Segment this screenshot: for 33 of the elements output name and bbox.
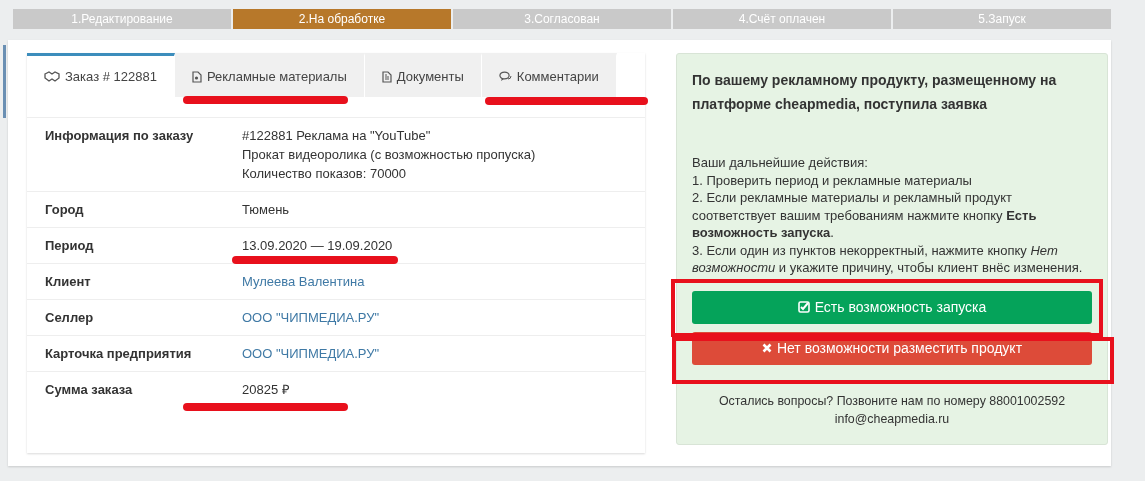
field-link[interactable]: ООО "ЧИПМЕДИА.РУ"	[242, 308, 380, 327]
contact-text: info@cheapmedia.ru	[833, 410, 951, 428]
field-value: Тюмень	[242, 201, 290, 219]
field-value: 13.09.2020 — 19.09.2020	[242, 237, 393, 255]
field-label: Город	[44, 201, 85, 219]
accept-button[interactable]: Есть возможность запуска	[692, 290, 1092, 324]
tab[interactable]: Рекламные материалы	[174, 53, 365, 97]
tab[interactable]: Документы	[364, 53, 482, 97]
close-icon	[761, 343, 772, 353]
field-value: #122881 Реклама на "YouTube"	[242, 127, 432, 145]
field-label: Селлер	[44, 309, 95, 327]
field-link[interactable]: Мулеева Валентина	[242, 272, 365, 291]
notice-title: По вашему рекламному продукту, размещенному на платформе cheapmedia, поступила заявка	[692, 71, 1058, 114]
instruction-text: 1. Проверить период и рекламные материалы	[692, 171, 973, 189]
checkbox-icon	[797, 301, 810, 313]
instruction-text: 2. Если рекламные материалы и рекламный продукт соответствует вашим требованиям нажмите кнопку Есть возможность запуска.	[692, 189, 1038, 242]
field-value: 20825 ₽	[242, 381, 290, 399]
field-value: Прокат видеоролика (с возможностью пропуска)	[242, 146, 536, 164]
contact-text: Остались вопросы? Позвоните нам по номеру 88001002592	[717, 392, 1067, 410]
tab[interactable]: Комментарии	[481, 53, 617, 97]
progress-step: 2.На обработке	[233, 9, 451, 29]
field-label: Период	[44, 237, 95, 255]
field-label: Клиент	[44, 273, 92, 291]
field-value: Количество показов: 70000	[242, 165, 408, 183]
file-icon	[191, 70, 202, 83]
field-label: Информация по заказу	[44, 127, 195, 145]
instruction-text: Ваши дальнейшие действия:	[692, 154, 869, 172]
field-label: Карточка предприятия	[44, 345, 193, 363]
field-link[interactable]: ООО "ЧИПМЕДИА.РУ"	[242, 344, 380, 363]
comments-icon	[498, 71, 512, 82]
document-icon	[381, 70, 392, 83]
instruction-text: 3. Если один из пунктов некорректный, нажмите кнопку Нет возможности и укажите причину, чтобы клиент внёс изменения.	[692, 241, 1084, 277]
field-label: Сумма заказа	[44, 381, 134, 399]
